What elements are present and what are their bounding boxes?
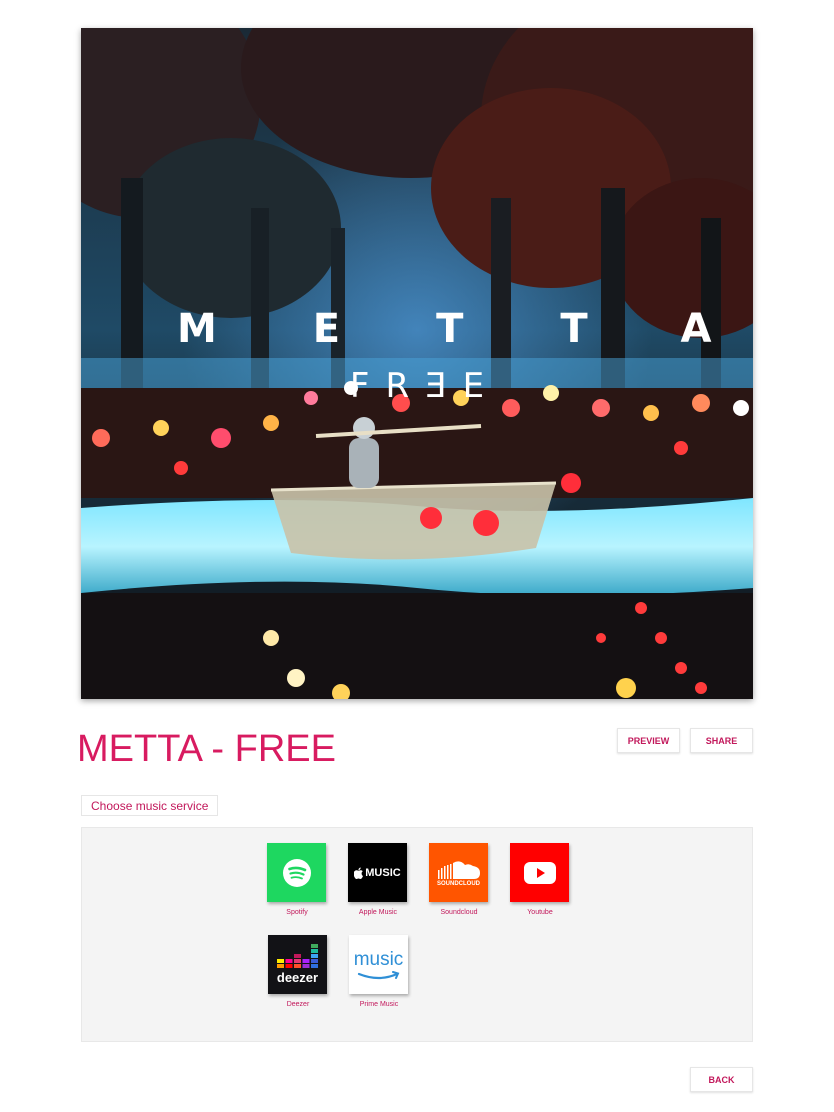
soundcloud-wordmark: SOUNDCLOUD (437, 880, 480, 887)
share-button[interactable]: SHARE (690, 728, 753, 753)
cover-track-text: FRƎE (349, 366, 501, 406)
apple-music-icon[interactable]: MUSIC (348, 843, 407, 902)
service-deezer[interactable]: deezer Deezer (268, 935, 328, 1009)
apple-music-wordmark: MUSIC (365, 866, 401, 879)
album-cover: METTA FRƎE (81, 28, 753, 699)
preview-button[interactable]: PREVIEW (617, 728, 680, 753)
service-youtube[interactable]: Youtube (510, 843, 570, 917)
service-label: Apple Music (358, 909, 398, 916)
service-soundcloud[interactable]: SOUNDCLOUD Soundcloud (429, 843, 489, 917)
music-services-panel: Spotify MUSIC Apple Music SOUNDCLOUD Sou… (81, 827, 753, 1042)
track-title: METTA - FREE (77, 728, 336, 770)
service-label: Spotify (286, 909, 308, 916)
service-prime-music[interactable]: music Prime Music (349, 935, 409, 1009)
youtube-icon[interactable] (510, 843, 569, 902)
amazon-music-icon[interactable]: music (349, 935, 408, 994)
service-label: Youtube (527, 909, 553, 916)
deezer-icon[interactable]: deezer (268, 935, 327, 994)
service-label: Prime Music (359, 1001, 399, 1008)
back-button[interactable]: BACK (690, 1067, 753, 1092)
spotify-icon[interactable] (267, 843, 326, 902)
service-apple-music[interactable]: MUSIC Apple Music (348, 843, 408, 917)
amazon-music-wordmark: music (353, 948, 404, 970)
choose-service-heading: Choose music service (81, 795, 219, 816)
soundcloud-icon[interactable]: SOUNDCLOUD (429, 843, 488, 902)
cover-artist-text: METTA (177, 306, 753, 352)
service-label: Soundcloud (440, 909, 478, 916)
deezer-wordmark: deezer (276, 970, 319, 985)
service-spotify[interactable]: Spotify (267, 843, 327, 917)
service-label: Deezer (286, 1001, 310, 1008)
album-cover-art (81, 28, 753, 699)
